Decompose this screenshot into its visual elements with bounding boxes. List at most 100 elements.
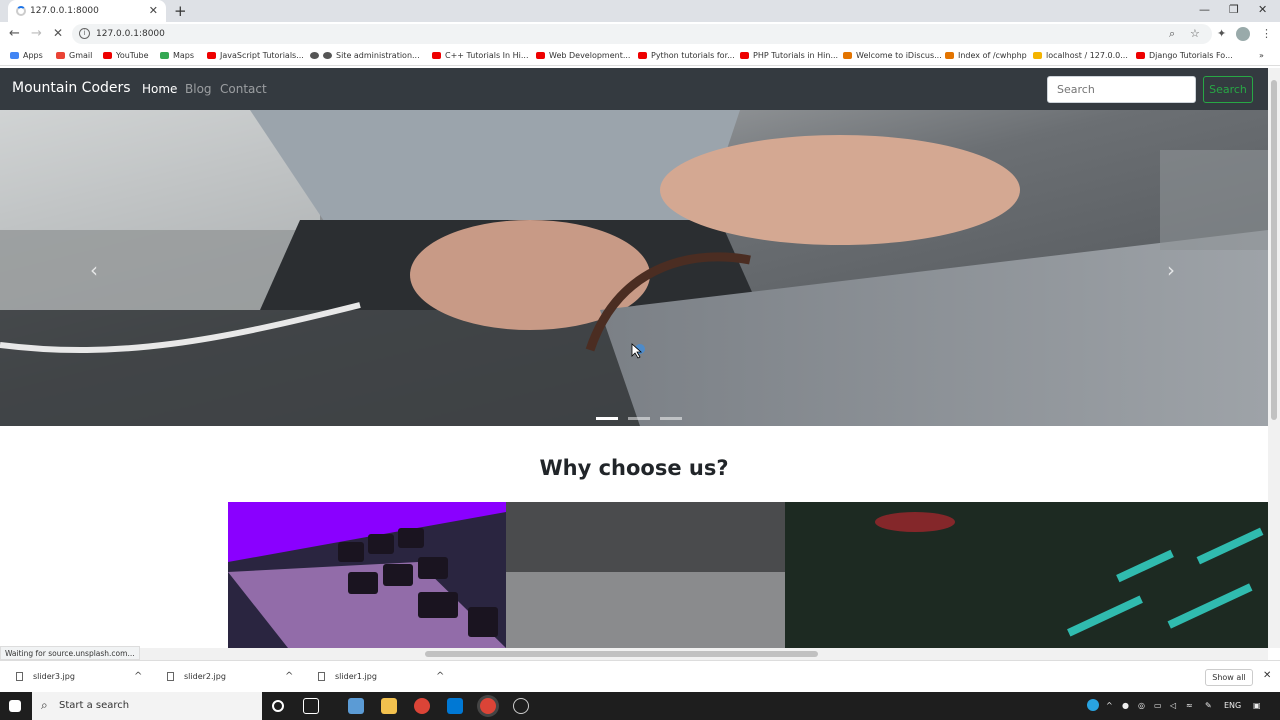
bookmark-php-tutorials[interactable]: PHP Tutorials in Hin... bbox=[740, 51, 838, 60]
microphone-icon[interactable]: ● bbox=[1122, 701, 1129, 710]
bookmark-cpp-tutorials[interactable]: C++ Tutorials In Hi... bbox=[432, 51, 529, 60]
menu-dots-icon[interactable]: ⋮ bbox=[1261, 27, 1272, 40]
bookmark-localhost[interactable]: localhost / 127.0.0... bbox=[1033, 51, 1128, 60]
bookmark-web-development[interactable]: Web Development... bbox=[536, 51, 630, 60]
horizontal-scroll-thumb[interactable] bbox=[425, 651, 818, 657]
bookmarks-bar: Apps Gmail YouTube Maps JavaScript Tutor… bbox=[0, 46, 1280, 66]
cortana-icon[interactable] bbox=[272, 700, 284, 712]
task-view-icon[interactable] bbox=[303, 698, 319, 714]
vscode-icon[interactable] bbox=[447, 698, 463, 714]
stop-loading-icon[interactable]: ✕ bbox=[53, 26, 63, 40]
bookmark-apps[interactable]: Apps bbox=[10, 51, 43, 60]
forward-arrow-icon[interactable]: → bbox=[31, 26, 42, 41]
bookmark-idiscuss[interactable]: Welcome to iDiscus... bbox=[843, 51, 942, 60]
show-all-downloads-button[interactable]: Show all bbox=[1205, 669, 1253, 686]
control-panel-icon[interactable] bbox=[348, 698, 364, 714]
restore-window-icon[interactable]: ❐ bbox=[1229, 3, 1239, 16]
mouse-cursor-icon bbox=[631, 343, 645, 359]
minimize-window-icon[interactable]: — bbox=[1199, 3, 1210, 16]
chevron-up-icon[interactable]: ^ bbox=[285, 671, 293, 682]
url-text: 127.0.0.1:8000 bbox=[96, 29, 165, 39]
bookmark-site-admin[interactable]: Site administration... bbox=[310, 51, 420, 60]
close-tab-icon[interactable]: ✕ bbox=[149, 4, 158, 17]
bookmark-javascript-tutorials[interactable]: JavaScript Tutorials... bbox=[207, 51, 304, 60]
language-indicator[interactable]: ENG bbox=[1224, 701, 1241, 710]
bookmark-cwhphp[interactable]: Index of /cwhphp bbox=[945, 51, 1027, 60]
close-downloads-icon[interactable]: ✕ bbox=[1263, 670, 1271, 681]
search-input[interactable] bbox=[1047, 76, 1196, 103]
taskbar-search-placeholder: Start a search bbox=[59, 700, 130, 711]
download-item[interactable]: slider3.jpg ^ bbox=[16, 671, 142, 682]
close-window-icon[interactable]: ✕ bbox=[1258, 3, 1267, 16]
section-title: Why choose us? bbox=[539, 456, 729, 480]
carousel-indicator-2[interactable] bbox=[628, 417, 651, 420]
laptop-surface-image bbox=[506, 502, 785, 648]
hero-carousel: ‹ › bbox=[0, 110, 1268, 426]
back-arrow-icon[interactable]: ← bbox=[9, 26, 20, 41]
youtube-icon bbox=[103, 52, 112, 59]
site-info-icon[interactable]: i bbox=[79, 28, 90, 39]
carousel-next-control[interactable]: › bbox=[1167, 258, 1175, 282]
vertical-scrollbar[interactable] bbox=[1268, 68, 1280, 648]
file-explorer-icon[interactable] bbox=[381, 698, 397, 714]
browser-tab[interactable]: 127.0.0.1:8000 ✕ bbox=[8, 0, 166, 22]
site-navbar: Mountain Coders Home Blog Contact Search bbox=[0, 68, 1268, 110]
feature-card-gray bbox=[506, 502, 785, 648]
chrome-icon[interactable] bbox=[414, 698, 430, 714]
new-tab-button[interactable]: + bbox=[174, 2, 187, 20]
bookmark-youtube[interactable]: YouTube bbox=[103, 51, 149, 60]
obs-icon[interactable] bbox=[513, 698, 529, 714]
chevron-up-icon[interactable]: ^ bbox=[436, 671, 444, 682]
pen-icon[interactable]: ✎ bbox=[1205, 701, 1212, 710]
volume-icon[interactable]: ◁ bbox=[1170, 701, 1176, 710]
battery-icon[interactable]: ▭ bbox=[1154, 701, 1162, 710]
bookmark-star-icon[interactable]: ☆ bbox=[1190, 27, 1200, 40]
nav-link-home[interactable]: Home bbox=[142, 82, 177, 96]
profile-avatar[interactable] bbox=[1236, 27, 1250, 41]
globe-icon bbox=[310, 52, 319, 59]
windows-start-icon[interactable] bbox=[9, 700, 21, 712]
help-icon[interactable] bbox=[1087, 699, 1099, 711]
nav-link-contact[interactable]: Contact bbox=[220, 82, 267, 96]
feature-card-keyboard bbox=[228, 502, 506, 648]
search-icon: ⌕ bbox=[41, 698, 48, 712]
bookmark-django-tutorials[interactable]: Django Tutorials Fo... bbox=[1136, 51, 1233, 60]
bookmark-maps[interactable]: Maps bbox=[160, 51, 194, 60]
more-bookmarks-icon[interactable]: » bbox=[1259, 51, 1264, 60]
carousel-prev-control[interactable]: ‹ bbox=[90, 258, 98, 282]
page-icon bbox=[945, 52, 954, 59]
chrome-active-icon[interactable] bbox=[480, 698, 496, 714]
apps-grid-icon bbox=[10, 52, 19, 59]
phpmyadmin-icon bbox=[1033, 52, 1042, 59]
tray-chevron-icon[interactable]: ^ bbox=[1106, 701, 1113, 710]
status-bubble: Waiting for source.unsplash.com... bbox=[0, 646, 140, 660]
nav-link-blog[interactable]: Blog bbox=[185, 82, 212, 96]
extensions-icon[interactable]: ✦ bbox=[1217, 27, 1226, 40]
horizontal-scrollbar[interactable] bbox=[0, 648, 1268, 660]
carousel-indicator-1[interactable] bbox=[596, 417, 618, 420]
download-item[interactable]: slider2.jpg ^ bbox=[167, 671, 293, 682]
network-icon[interactable]: ◎ bbox=[1138, 701, 1145, 710]
code-screen-image bbox=[785, 502, 1268, 648]
site-brand[interactable]: Mountain Coders bbox=[12, 80, 131, 96]
youtube-icon bbox=[1136, 52, 1145, 59]
wifi-icon[interactable]: ≈ bbox=[1186, 701, 1193, 710]
carousel-indicator-3[interactable] bbox=[660, 417, 683, 420]
taskbar-search-box[interactable]: ⌕ Start a search bbox=[32, 692, 262, 720]
download-item[interactable]: slider1.jpg ^ bbox=[318, 671, 444, 682]
tab-title: 127.0.0.1:8000 bbox=[30, 6, 99, 16]
zoom-icon[interactable]: ⌕ bbox=[1169, 27, 1175, 41]
notification-icon[interactable]: ▣ bbox=[1253, 701, 1261, 710]
maps-icon bbox=[160, 52, 169, 59]
keyboard-image bbox=[228, 502, 506, 648]
chevron-up-icon[interactable]: ^ bbox=[134, 671, 142, 682]
youtube-icon bbox=[638, 52, 647, 59]
file-icon bbox=[16, 672, 23, 681]
file-icon bbox=[167, 672, 174, 681]
page-icon bbox=[843, 52, 852, 59]
vertical-scroll-thumb[interactable] bbox=[1271, 80, 1277, 420]
bookmark-gmail[interactable]: Gmail bbox=[56, 51, 92, 60]
bookmark-python-tutorials[interactable]: Python tutorials for... bbox=[638, 51, 735, 60]
url-bar[interactable]: i 127.0.0.1:8000 bbox=[72, 24, 1212, 44]
search-button[interactable]: Search bbox=[1203, 76, 1253, 103]
